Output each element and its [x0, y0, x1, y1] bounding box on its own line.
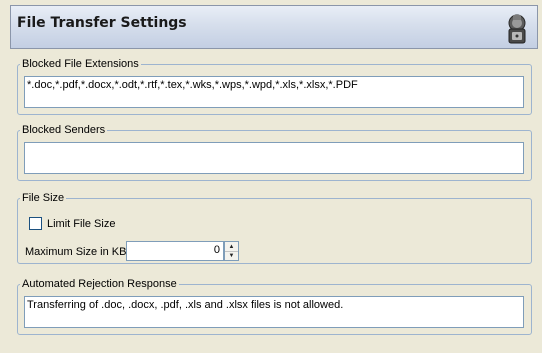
file-size-legend: File Size: [22, 192, 65, 204]
rejection-response-input[interactable]: Transferring of .doc, .docx, .pdf, .xls …: [24, 296, 524, 328]
spin-up-icon[interactable]: ▲: [225, 242, 238, 251]
rejection-response-legend: Automated Rejection Response: [22, 278, 177, 290]
blocked-extensions-legend: Blocked File Extensions: [22, 58, 139, 70]
max-size-label: Maximum Size in KB:: [25, 246, 130, 258]
page-title: File Transfer Settings: [17, 15, 187, 31]
lock-user-icon: [508, 14, 526, 44]
max-size-stepper[interactable]: ▲ ▼: [224, 241, 239, 261]
blocked-senders-legend: Blocked Senders: [22, 124, 106, 136]
spin-down-icon[interactable]: ▼: [225, 251, 238, 260]
blocked-senders-input[interactable]: [24, 142, 524, 174]
limit-file-size-label: Limit File Size: [47, 218, 116, 230]
max-size-input[interactable]: 0: [126, 241, 224, 261]
limit-file-size-checkbox[interactable]: [29, 217, 42, 230]
blocked-extensions-input[interactable]: *.doc,*.pdf,*.docx,*.odt,*.rtf,*.tex,*.w…: [24, 76, 524, 108]
settings-header: File Transfer Settings: [10, 5, 538, 49]
